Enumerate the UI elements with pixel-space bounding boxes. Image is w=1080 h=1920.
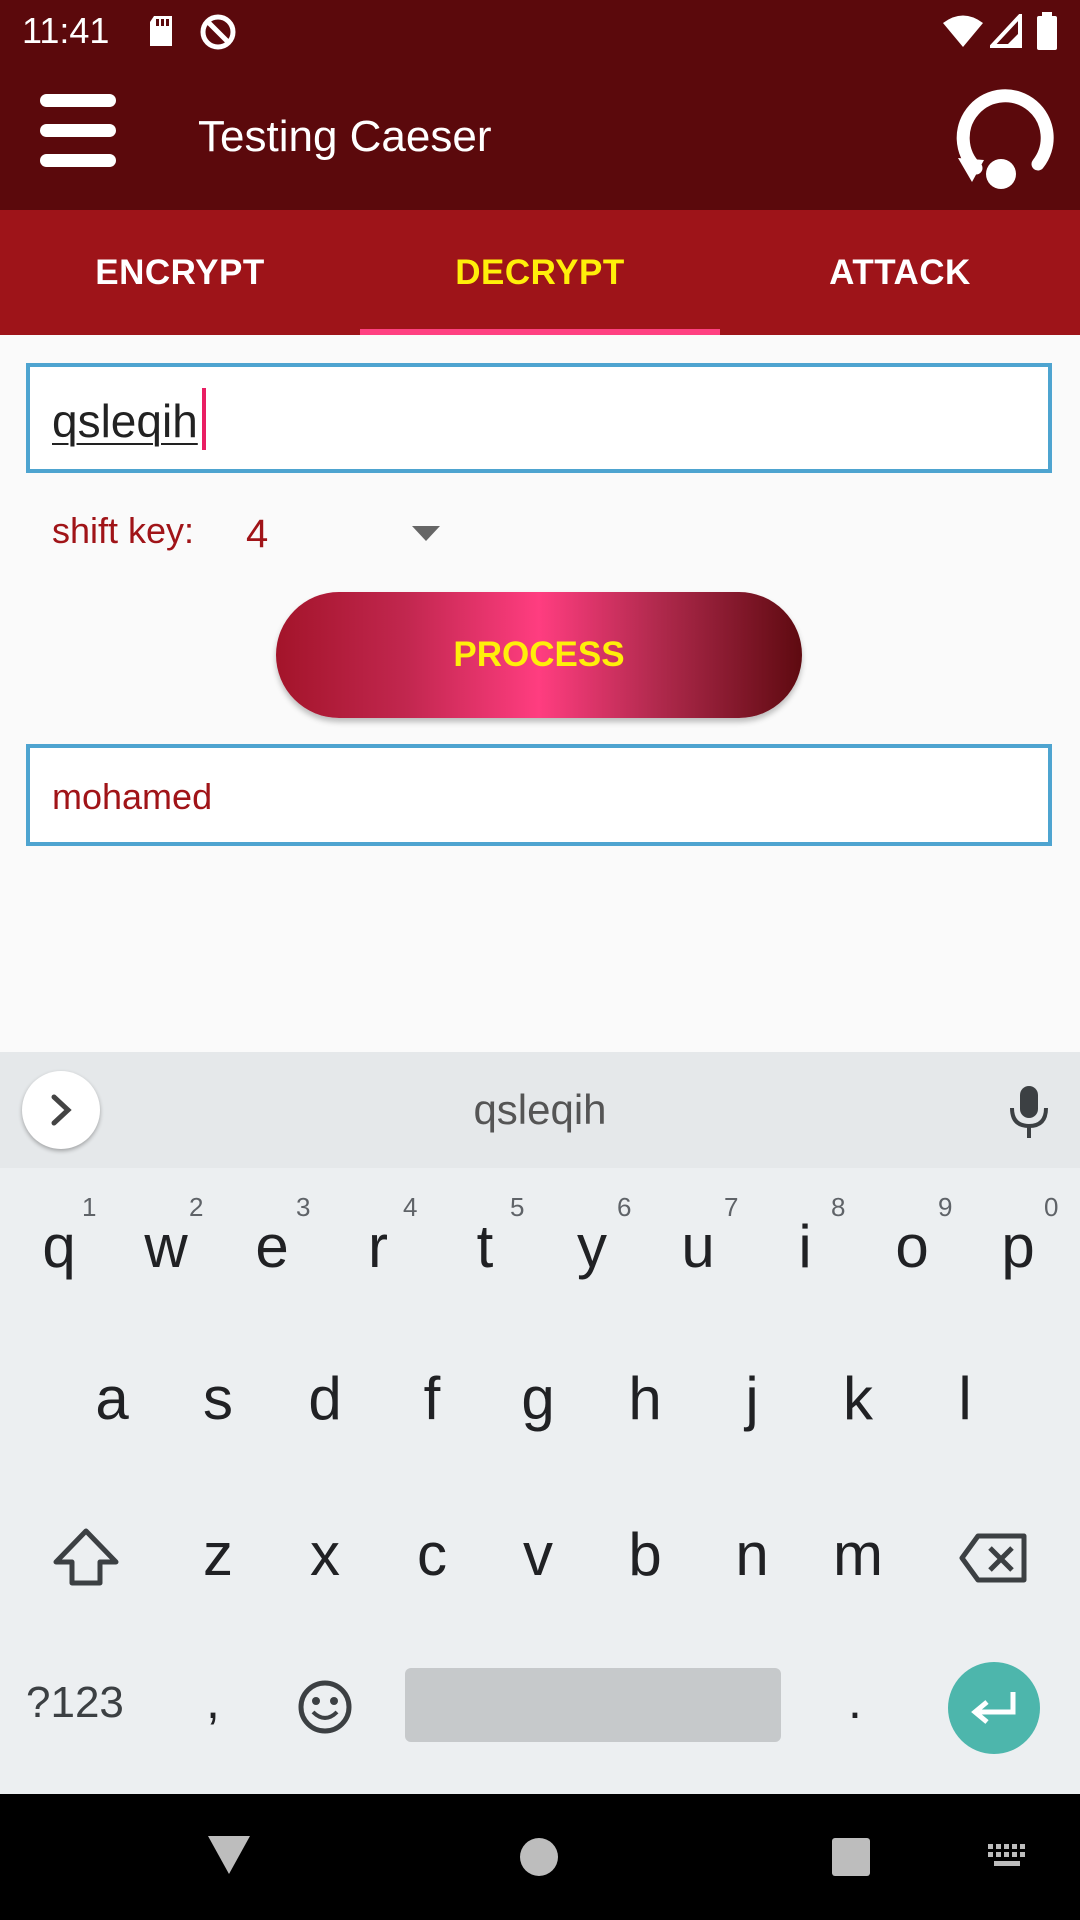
menu-button[interactable] [38,92,118,172]
shift-key-value[interactable]: 4 [246,512,268,557]
key-j[interactable]: j [702,1348,802,1448]
tab-encrypt[interactable]: ENCRYPT [0,210,360,335]
key-l[interactable]: l [915,1348,1015,1448]
keyboard-icon[interactable] [986,1842,1030,1870]
key-n[interactable]: n [702,1504,802,1604]
refresh-icon[interactable] [950,88,1060,198]
enter-icon [971,1692,1016,1724]
home-icon[interactable] [518,1836,560,1878]
emoji-icon[interactable] [296,1678,354,1736]
dropdown-arrow-icon[interactable] [412,526,440,542]
key-d[interactable]: d [275,1348,375,1448]
key-h[interactable]: h [595,1348,695,1448]
key-x[interactable]: x [275,1504,375,1604]
key-comma[interactable]: , [206,1672,220,1730]
key-hint-0: 0 [1044,1192,1059,1222]
tab-decrypt[interactable]: DECRYPT [360,210,720,335]
key-hint-9: 9 [938,1192,953,1222]
signal-icon [990,14,1022,48]
key-hint-7: 7 [724,1192,739,1222]
menu-icon [40,94,116,107]
cipher-input-text[interactable]: qsleqih [52,394,198,448]
key-hint-1: 1 [82,1192,97,1222]
text-caret [202,388,206,450]
key-g[interactable]: g [488,1348,588,1448]
mic-icon[interactable] [1004,1084,1054,1140]
shift-key-label: shift key: [52,510,195,551]
symbols-key[interactable]: ?123 [26,1678,124,1728]
key-hint-4: 4 [403,1192,418,1222]
plaintext-output-text: mohamed [52,776,213,817]
key-hint-2: 2 [189,1192,204,1222]
key-k[interactable]: k [808,1348,908,1448]
key-hint-6: 6 [617,1192,632,1222]
wifi-icon [943,15,983,47]
status-time: 11:41 [22,10,110,51]
key-v[interactable]: v [488,1504,588,1604]
key-m[interactable]: m [808,1504,908,1604]
key-period[interactable]: . [848,1672,862,1730]
key-z[interactable]: z [168,1504,268,1604]
key-s[interactable]: s [168,1348,268,1448]
battery-icon [1037,12,1057,50]
space-key[interactable] [405,1668,781,1742]
app-title: Testing Caeser [198,112,492,161]
enter-key[interactable] [948,1662,1040,1754]
key-hint-3: 3 [296,1192,311,1222]
key-f[interactable]: f [382,1348,482,1448]
sd-card-icon [150,16,172,46]
key-hint-5: 5 [510,1192,525,1222]
keyboard-suggestion[interactable]: qsleqih [0,1086,1080,1134]
no-sync-icon [200,14,236,50]
backspace-icon[interactable] [958,1532,1030,1584]
process-button[interactable]: PROCESS [276,592,802,718]
tab-attack[interactable]: ATTACK [720,210,1080,335]
app-bar [0,62,1080,210]
back-icon[interactable] [206,1834,252,1876]
tab-indicator [360,329,720,335]
key-a[interactable]: a [62,1348,162,1448]
key-c[interactable]: c [382,1504,482,1604]
key-hint-8: 8 [831,1192,846,1222]
key-b[interactable]: b [595,1504,695,1604]
shift-icon[interactable] [50,1526,122,1588]
recents-icon[interactable] [830,1836,872,1878]
